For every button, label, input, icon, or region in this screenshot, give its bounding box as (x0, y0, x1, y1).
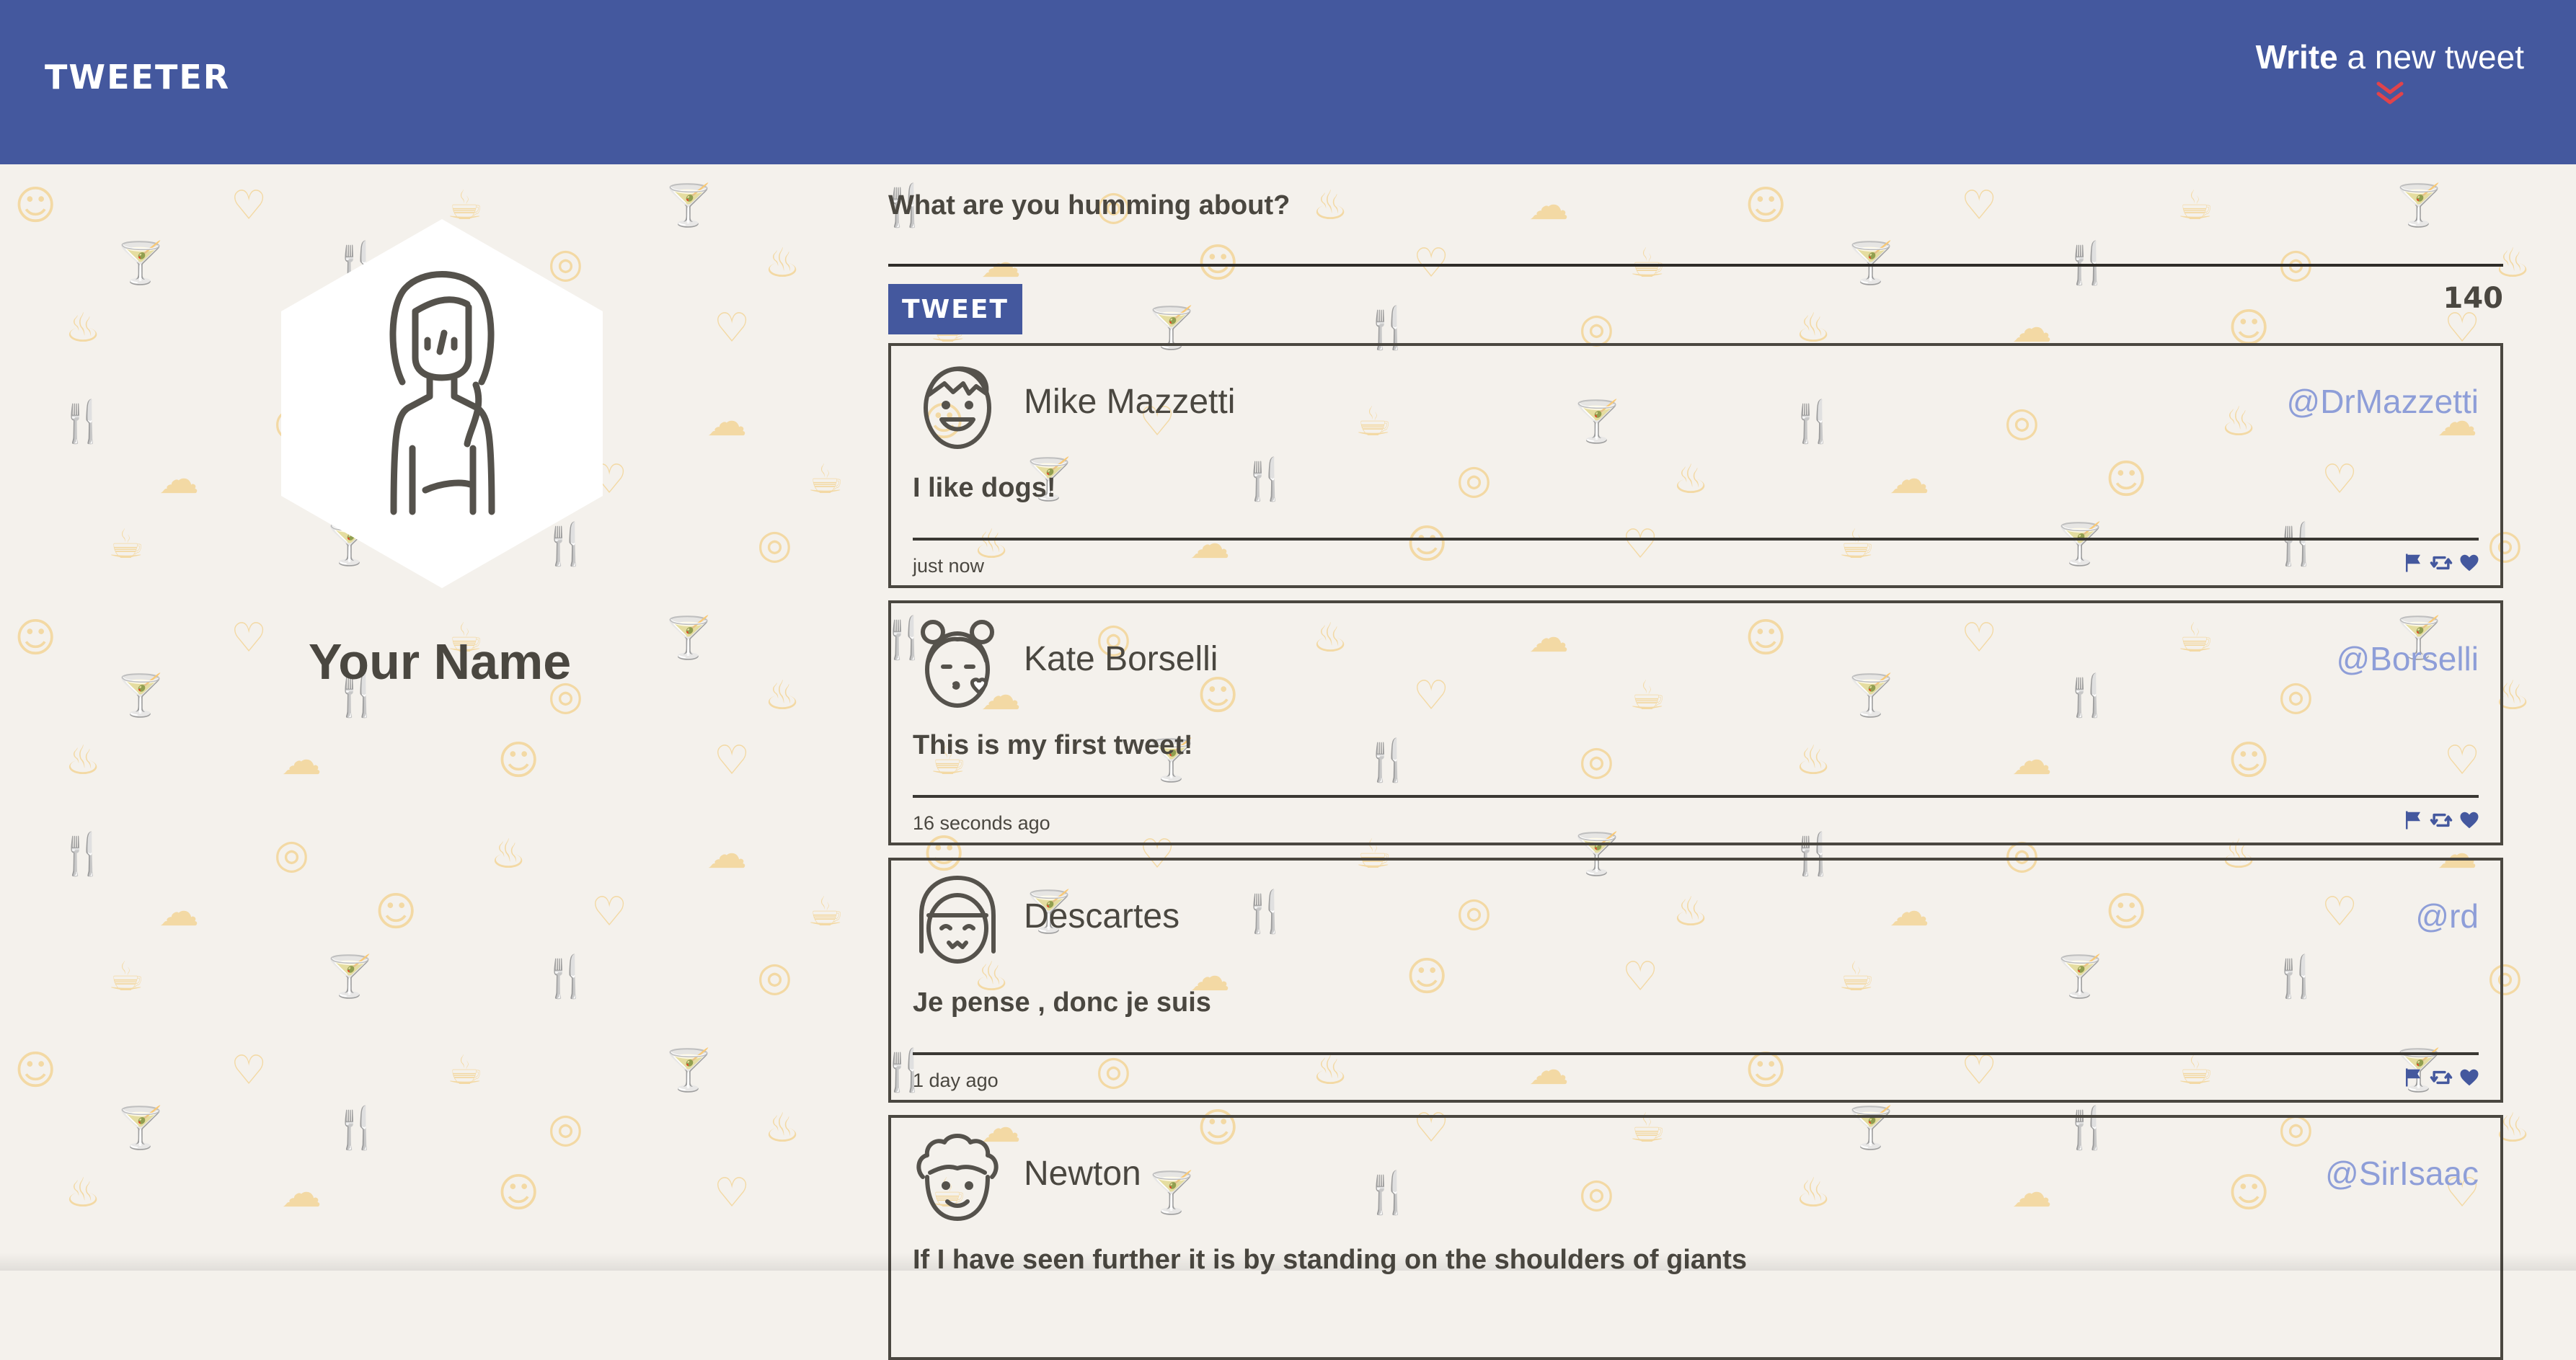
tweet-text: This is my first tweet! (913, 730, 1193, 760)
pattern-heart-icon: ♡ (231, 1047, 267, 1094)
write-label: Write (2255, 38, 2338, 76)
pattern-steam-icon: ♨ (490, 831, 527, 878)
new-tweet-label: a new tweet (2337, 38, 2525, 76)
profile-name: Your Name (308, 634, 572, 690)
pattern-heart-icon: ♡ (1961, 182, 1998, 229)
pattern-chef-hat-icon: ☁ (281, 1170, 322, 1217)
pattern-ring-icon: ◎ (757, 521, 792, 568)
pattern-chef-hat-icon: ☁ (707, 831, 747, 878)
pattern-steam-icon: ♨ (65, 1170, 102, 1217)
tweet-timestamp: 16 seconds ago (913, 812, 1050, 834)
pattern-chef-hat-icon: ☁ (1528, 182, 1569, 229)
pattern-teapot-icon: ☕ (447, 1047, 484, 1094)
retweet-icon[interactable] (2430, 809, 2453, 831)
pattern-cocktail-icon: 🍸 (115, 240, 166, 287)
flag-icon[interactable] (2402, 1067, 2424, 1088)
pattern-smiley-icon: ☺ (497, 737, 540, 784)
pattern-steam-icon: ♨ (764, 240, 801, 287)
pattern-teapot-icon: ☕ (108, 521, 145, 568)
pattern-cutlery-icon: 🍴 (58, 831, 108, 878)
compose-prompt: What are you humming about? (888, 190, 1291, 221)
author-name: Newton (1024, 1155, 1141, 1193)
retweet-icon[interactable] (2430, 1067, 2453, 1088)
author-name: Descartes (1024, 897, 1180, 935)
tweet-divider (913, 1052, 2479, 1055)
author-handle[interactable]: @SirIsaac (2325, 1154, 2479, 1193)
pattern-teapot-icon: ☕ (2177, 182, 2214, 229)
pattern-smiley-icon: ☺ (497, 1170, 540, 1217)
pattern-ring-icon: ◎ (274, 831, 309, 878)
flag-icon[interactable] (2402, 552, 2424, 574)
pattern-cocktail-icon: 🍸 (115, 1105, 166, 1152)
profile-avatar (281, 219, 603, 588)
pattern-smiley-icon: ☺ (14, 182, 57, 229)
pattern-heart-icon: ♡ (231, 182, 267, 229)
tweet-actions (2402, 1067, 2480, 1088)
curly-hair-avatar-icon (916, 1134, 999, 1221)
pattern-smiley-icon: ☺ (375, 889, 417, 935)
flag-icon[interactable] (2402, 809, 2424, 831)
pattern-teapot-icon: ☕ (807, 889, 844, 935)
pattern-smiley-icon: ☺ (1745, 182, 1787, 229)
pattern-chef-hat-icon: ☁ (159, 456, 199, 503)
brand-logo[interactable]: TWEETER (45, 58, 230, 97)
pattern-chef-hat-icon: ☁ (707, 399, 747, 445)
author-handle[interactable]: @Borselli (2336, 639, 2479, 678)
author-name: Mike Mazzetti (1024, 383, 1236, 421)
pattern-ring-icon: ◎ (757, 954, 792, 1000)
tweet-text: Je pense , donc je suis (913, 987, 1211, 1018)
heart-icon[interactable] (2458, 1067, 2480, 1088)
author-handle[interactable]: @DrMazzetti (2287, 382, 2479, 421)
tweet-card: Newton @SirIsaac If I have seen further … (888, 1115, 2503, 1360)
tweet-text: I like dogs! (913, 473, 1056, 503)
pattern-chef-hat-icon: ☁ (281, 737, 322, 784)
pattern-cutlery-icon: 🍴 (332, 1105, 382, 1152)
pattern-cutlery-icon: 🍴 (58, 399, 108, 445)
double-chevron-down-icon (2376, 81, 2404, 105)
pattern-chef-hat-icon: ☁ (159, 889, 199, 935)
top-navbar: TWEETER Write a new tweet (0, 0, 2576, 164)
pattern-steam-icon: ♨ (65, 737, 102, 784)
bottom-shadow (0, 1253, 2576, 1271)
pattern-cutlery-icon: 🍴 (541, 954, 591, 1000)
smiling-man-avatar-icon (924, 366, 991, 449)
tweet-card: Mike Mazzetti @DrMazzetti I like dogs! j… (888, 343, 2503, 588)
pattern-cocktail-icon: 🍸 (324, 954, 375, 1000)
tweet-timestamp: 1 day ago (913, 1070, 999, 1091)
heart-icon[interactable] (2458, 552, 2480, 574)
kissing-woman-avatar-icon (921, 620, 994, 708)
pattern-steam-icon: ♨ (764, 1105, 801, 1152)
heart-icon[interactable] (2458, 809, 2480, 831)
tweet-timestamp: just now (913, 555, 985, 577)
bob-hair-avatar-icon (919, 876, 996, 964)
tweet-textarea[interactable] (888, 264, 2503, 267)
pattern-heart-icon: ♡ (591, 889, 628, 935)
pattern-steam-icon: ♨ (65, 305, 102, 352)
tweet-card: Descartes @rd Je pense , donc je suis 1 … (888, 858, 2503, 1103)
tweet-divider (913, 538, 2479, 541)
pattern-steam-icon: ♨ (1312, 182, 1349, 229)
pattern-smiley-icon: ☺ (14, 1047, 57, 1094)
pattern-heart-icon: ♡ (714, 1170, 751, 1217)
pattern-cocktail-icon: 🍸 (2394, 182, 2444, 229)
tweet-actions (2402, 552, 2480, 574)
tweet-submit-button[interactable]: TWEET (888, 284, 1022, 334)
pattern-heart-icon: ♡ (714, 737, 751, 784)
pattern-heart-icon: ♡ (714, 305, 751, 352)
pattern-ring-icon: ◎ (548, 1105, 583, 1152)
character-counter: 140 (2443, 282, 2504, 315)
tweet-card: Kate Borselli @Borselli This is my first… (888, 600, 2503, 845)
retweet-icon[interactable] (2430, 552, 2453, 574)
pattern-cocktail-icon: 🍸 (663, 182, 714, 229)
pattern-teapot-icon: ☕ (108, 954, 145, 1000)
pattern-teapot-icon: ☕ (807, 456, 844, 503)
pattern-cocktail-icon: 🍸 (663, 1047, 714, 1094)
tweet-actions (2402, 809, 2480, 831)
write-new-tweet-toggle[interactable]: Write a new tweet (2256, 37, 2524, 107)
author-name: Kate Borselli (1024, 640, 1218, 678)
author-handle[interactable]: @rd (2415, 897, 2479, 935)
tweet-divider (913, 795, 2479, 798)
